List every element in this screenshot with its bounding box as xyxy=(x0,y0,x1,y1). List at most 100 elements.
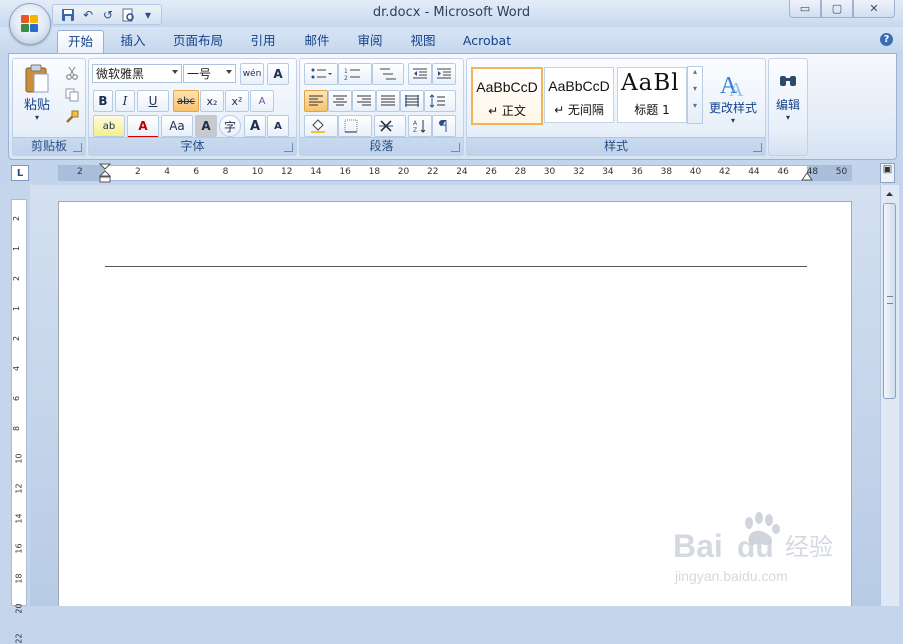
style-heading-1[interactable]: AaBl 标题 1 xyxy=(617,67,687,123)
ruler-number: 32 xyxy=(573,167,585,177)
vertical-ruler[interactable]: 2 1 2 1 2 4 6 8 10 12 14 16 18 20 22 xyxy=(11,199,27,644)
paragraph-dialog-launcher-icon[interactable] xyxy=(451,143,460,152)
font-dialog-launcher-icon[interactable] xyxy=(284,143,293,152)
increase-indent-button[interactable] xyxy=(432,63,456,85)
scroll-up-icon[interactable] xyxy=(883,187,896,201)
tab-insert[interactable]: 插入 xyxy=(112,30,154,53)
indent-marker-icon[interactable] xyxy=(99,163,111,183)
svg-text:经验: 经验 xyxy=(785,533,833,561)
vertical-scrollbar[interactable] xyxy=(880,185,899,606)
bullets-button[interactable] xyxy=(304,63,338,85)
office-button[interactable] xyxy=(9,3,51,45)
enclose-chars-button[interactable]: 字 xyxy=(219,115,241,137)
change-case-button[interactable]: Aa xyxy=(161,115,193,137)
phonetic-guide-button[interactable]: wén xyxy=(240,63,264,85)
numbered-list-icon: 12 xyxy=(344,68,360,81)
change-styles-button[interactable]: AA 更改样式 ▾ xyxy=(705,62,761,132)
tab-mailings[interactable]: 邮件 xyxy=(297,30,337,53)
align-left-button[interactable] xyxy=(304,90,328,112)
ruler-number: 28 xyxy=(514,167,527,177)
vertical-ruler-number: 6 xyxy=(12,395,22,402)
vertical-ruler-number: 2 xyxy=(12,275,22,282)
align-center-button[interactable] xyxy=(328,90,352,112)
font-name-combo[interactable]: 微软雅黑 xyxy=(92,64,182,83)
cut-icon[interactable] xyxy=(63,65,81,81)
vertical-ruler-number: 18 xyxy=(14,573,24,584)
char-border-button[interactable]: A xyxy=(267,63,289,85)
numbering-button[interactable]: 12 xyxy=(338,63,372,85)
subscript-button[interactable]: x₂ xyxy=(200,90,224,112)
font-group-label: 字体 xyxy=(89,137,296,155)
tab-references[interactable]: 引用 xyxy=(243,30,283,53)
baidu-watermark-logo: Bai du 经验 jingyan.baidu.com xyxy=(673,511,853,591)
svg-text:jingyan.baidu.com: jingyan.baidu.com xyxy=(674,568,788,584)
font-color-button[interactable]: A xyxy=(127,115,159,139)
distributed-button[interactable] xyxy=(400,90,424,112)
ruler-number: 34 xyxy=(602,167,614,177)
tab-stop-selector[interactable]: L xyxy=(11,165,29,181)
clear-format-button[interactable]: A xyxy=(250,90,274,112)
char-shading-button[interactable]: A xyxy=(195,115,217,137)
style-no-spacing[interactable]: AaBbCcD ↵ 无间隔 xyxy=(544,67,614,123)
paste-button[interactable]: 粘贴 ▾ xyxy=(17,62,57,124)
editing-label: 编辑 xyxy=(775,98,800,112)
decrease-indent-icon xyxy=(413,68,427,79)
paint-bucket-icon xyxy=(311,119,325,133)
grow-font-button[interactable]: A xyxy=(244,115,266,137)
multilevel-list-button[interactable] xyxy=(372,63,404,85)
show-marks-button[interactable] xyxy=(432,115,456,137)
styles-scroll[interactable]: ▴ ▾ ▾ xyxy=(687,66,703,124)
editing-group: 编辑 ▾ xyxy=(768,58,808,156)
view-ruler-button[interactable]: ▣ xyxy=(880,163,895,183)
ribbon: 粘贴 ▾ 剪贴板 微软雅黑 一号 wén A B I U abc x₂ x² A… xyxy=(8,53,897,160)
styles-dialog-launcher-icon[interactable] xyxy=(753,143,762,152)
chinese-layout-button[interactable] xyxy=(374,115,406,137)
superscript-button[interactable]: x² xyxy=(225,90,249,112)
underline-button[interactable]: U xyxy=(137,90,169,112)
ruler-number: 46 xyxy=(777,167,789,177)
distributed-icon xyxy=(405,95,419,107)
tab-home[interactable]: 开始 xyxy=(57,30,104,54)
styles-group-label: 样式 xyxy=(467,137,765,155)
maximize-button[interactable]: ▢ xyxy=(821,0,853,18)
svg-text:A: A xyxy=(729,79,744,99)
editing-button[interactable]: 编辑 ▾ xyxy=(770,63,806,133)
font-group: 微软雅黑 一号 wén A B I U abc x₂ x² A ab A Aa … xyxy=(88,58,297,156)
borders-button[interactable] xyxy=(338,115,372,137)
minimize-button[interactable]: ▭ xyxy=(789,0,821,18)
justify-button[interactable] xyxy=(376,90,400,112)
font-size-combo[interactable]: 一号 xyxy=(183,64,236,83)
tab-review[interactable]: 审阅 xyxy=(350,30,390,53)
font-name-value: 微软雅黑 xyxy=(96,67,145,81)
tab-page-layout[interactable]: 页面布局 xyxy=(167,30,229,53)
sort-button[interactable]: AZ xyxy=(408,115,432,137)
strikethrough-button[interactable]: abc xyxy=(173,90,199,112)
format-painter-icon[interactable] xyxy=(63,109,81,125)
scroll-thumb[interactable] xyxy=(883,203,896,399)
sort-icon: AZ xyxy=(413,120,426,133)
shading-button[interactable] xyxy=(304,115,338,137)
copy-icon[interactable] xyxy=(63,87,81,103)
italic-button[interactable]: I xyxy=(115,90,135,112)
align-right-button[interactable] xyxy=(352,90,376,112)
decrease-indent-button[interactable] xyxy=(408,63,432,85)
shrink-font-button[interactable]: A xyxy=(267,115,289,137)
horizontal-ruler[interactable]: 2 2 4 6 8 10 12 14 16 18 20 22 24 26 28 30 32 34 36 38 40 42 4… xyxy=(58,163,852,183)
tab-acrobat[interactable]: Acrobat xyxy=(458,30,516,53)
tab-view[interactable]: 视图 xyxy=(403,30,443,53)
chevron-down-icon: ▾ xyxy=(692,84,697,93)
align-left-icon xyxy=(309,95,323,106)
bold-button[interactable]: B xyxy=(93,90,113,112)
help-icon[interactable]: ? xyxy=(880,33,893,46)
highlight-button[interactable]: ab xyxy=(93,115,125,137)
clipboard-dialog-launcher-icon[interactable] xyxy=(73,143,82,152)
style-normal[interactable]: AaBbCcD ↵ 正文 xyxy=(471,67,543,125)
line-spacing-button[interactable] xyxy=(424,90,456,112)
chevron-down-icon xyxy=(226,70,232,74)
close-button[interactable]: ✕ xyxy=(853,0,895,18)
vertical-ruler-number: 2 xyxy=(12,335,22,342)
multilevel-list-icon xyxy=(380,68,396,80)
binoculars-icon xyxy=(780,76,796,86)
paragraph-group-label: 段落 xyxy=(300,137,463,155)
right-indent-marker-icon[interactable] xyxy=(801,171,813,181)
